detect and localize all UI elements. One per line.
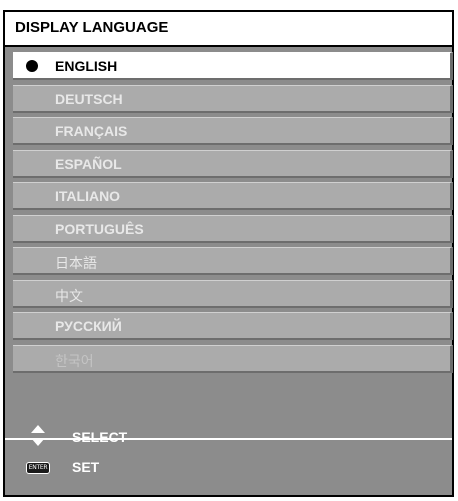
menu-title: DISPLAY LANGUAGE (15, 19, 169, 36)
language-label: 한국어 (55, 353, 94, 370)
language-item-russian[interactable]: РУССКИЙ (13, 312, 453, 340)
language-label: ESPAÑOL (55, 155, 122, 172)
language-item-espanol[interactable]: ESPAÑOL (13, 149, 453, 178)
language-item-english[interactable]: ENGLISH (13, 52, 453, 80)
set-hint: ENTER SET (5, 452, 452, 480)
language-label: FRANÇAIS (55, 123, 128, 139)
language-item-japanese[interactable]: 日本語 (13, 247, 453, 275)
language-item-deutsch[interactable]: DEUTSCH (13, 84, 453, 113)
language-label: PORTUGUÊS (55, 220, 144, 237)
up-down-arrows-icon (31, 425, 45, 446)
language-list: ENGLISH DEUTSCH FRANÇAIS ESPAÑOL ITALIAN… (13, 52, 453, 377)
language-label: ENGLISH (55, 58, 118, 74)
select-label: SELECT (72, 429, 128, 445)
selected-marker-icon (26, 60, 38, 72)
language-item-francais[interactable]: FRANÇAIS (13, 117, 453, 145)
language-item-italiano[interactable]: ITALIANO (13, 182, 453, 210)
language-item-portugues[interactable]: PORTUGUÊS (13, 214, 453, 243)
language-item-korean[interactable]: 한국어 (13, 344, 453, 373)
language-item-chinese[interactable]: 中文 (13, 279, 453, 308)
language-label: DEUTSCH (55, 90, 123, 107)
title-bar: DISPLAY LANGUAGE (5, 12, 452, 47)
set-label: SET (72, 459, 100, 475)
enter-key-icon: ENTER (26, 462, 50, 474)
language-label: 日本語 (55, 256, 97, 272)
language-label: РУССКИЙ (55, 318, 122, 334)
language-label: ITALIANO (55, 188, 121, 204)
display-language-menu: DISPLAY LANGUAGE ENGLISH DEUTSCH FRANÇAI… (3, 10, 454, 497)
select-hint: SELECT (5, 422, 452, 450)
language-label: 中文 (55, 288, 83, 305)
